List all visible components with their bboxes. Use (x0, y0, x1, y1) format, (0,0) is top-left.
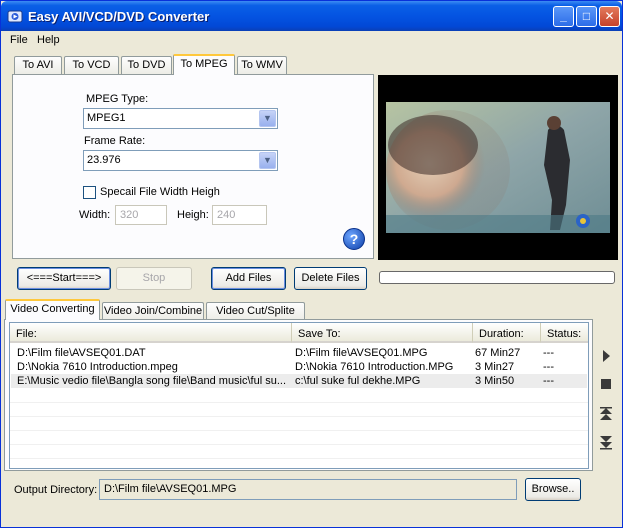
table-cell-save-to[interactable]: D:\Film file\AVSEQ01.MPG (295, 347, 471, 359)
file-list[interactable]: File: Save To: Duration: Status: D:\Film… (9, 322, 589, 469)
title-bar[interactable]: Easy AVI/VCD/DVD Converter _ □ ✕ (1, 1, 622, 31)
column-header-status[interactable]: Status: (541, 323, 588, 343)
table-cell-duration[interactable]: 3 Min50 (475, 375, 539, 387)
tab-to-mpeg[interactable]: To MPEG (173, 54, 235, 75)
video-preview (378, 75, 618, 260)
move-down-icon[interactable] (598, 434, 614, 450)
width-label: Width: (79, 209, 111, 221)
move-up-icon[interactable] (598, 406, 614, 422)
chevron-down-icon[interactable]: ▼ (259, 152, 276, 169)
column-header-file[interactable]: File: (10, 323, 292, 343)
table-cell-save-to[interactable]: c:\ful suke ful dekhe.MPG (295, 375, 471, 387)
stop-button[interactable]: Stop (116, 267, 192, 290)
table-cell-status[interactable]: --- (543, 361, 588, 373)
width-input[interactable]: 320 (115, 205, 167, 225)
tab-to-wmv[interactable]: To WMV (237, 56, 287, 75)
mpeg-type-label: MPEG Type: (86, 93, 149, 105)
minimize-button[interactable]: _ (553, 6, 574, 27)
mpeg-type-value: MPEG1 (87, 112, 126, 124)
app-icon (7, 10, 23, 23)
table-cell-file[interactable]: D:\Film file\AVSEQ01.DAT (17, 347, 289, 359)
window-title: Easy AVI/VCD/DVD Converter (28, 9, 210, 24)
add-files-button[interactable]: Add Files (211, 267, 286, 290)
special-size-label: Specail File Width Heigh (100, 186, 220, 198)
table-cell-duration[interactable]: 67 Min27 (475, 347, 539, 359)
conversion-progress-bar (379, 271, 615, 284)
mpeg-type-select[interactable]: MPEG1 ▼ (83, 108, 278, 129)
chevron-down-icon[interactable]: ▼ (259, 110, 276, 127)
row-divider (10, 402, 588, 403)
menu-file[interactable]: File (10, 34, 28, 46)
row-divider (10, 458, 588, 459)
row-divider (10, 444, 588, 445)
frame-rate-label: Frame Rate: (84, 135, 146, 147)
table-cell-status[interactable]: --- (543, 347, 588, 359)
frame-rate-select[interactable]: 23.976 ▼ (83, 150, 278, 171)
start-button[interactable]: <===Start===> (17, 267, 111, 290)
play-icon[interactable] (598, 348, 614, 364)
table-cell-file[interactable]: D:\Nokia 7610 Introduction.mpeg (17, 361, 289, 373)
delete-files-button[interactable]: Delete Files (294, 267, 367, 290)
maximize-button[interactable]: □ (576, 6, 597, 27)
special-size-checkbox[interactable] (83, 186, 96, 199)
menu-help[interactable]: Help (37, 34, 60, 46)
video-frame-image (378, 75, 618, 260)
table-cell-duration[interactable]: 3 Min27 (475, 361, 539, 373)
output-directory-field[interactable]: D:\Film file\AVSEQ01.MPG (99, 479, 517, 500)
height-label: Heigh: (177, 209, 209, 221)
column-header-duration[interactable]: Duration: (473, 323, 541, 343)
help-icon[interactable]: ? (343, 228, 365, 250)
row-divider (10, 416, 588, 417)
output-directory-label: Output Directory: (14, 484, 98, 496)
table-cell-status[interactable]: --- (543, 375, 588, 387)
row-divider (10, 430, 588, 431)
frame-rate-value: 23.976 (87, 154, 121, 166)
tab-to-vcd[interactable]: To VCD (64, 56, 119, 75)
menu-bar: File Help (2, 31, 621, 51)
height-input[interactable]: 240 (212, 205, 267, 225)
tab-to-dvd[interactable]: To DVD (121, 56, 172, 75)
tab-to-avi[interactable]: To AVI (14, 56, 62, 75)
app-window: Easy AVI/VCD/DVD Converter _ □ ✕ File He… (0, 0, 623, 528)
browse-button[interactable]: Browse.. (525, 478, 581, 501)
table-cell-save-to[interactable]: D:\Nokia 7610 Introduction.MPG (295, 361, 471, 373)
tab-video-converting[interactable]: Video Converting (5, 299, 100, 320)
table-cell-file[interactable]: E:\Music vedio file\Bangla song file\Ban… (17, 375, 289, 387)
close-button[interactable]: ✕ (599, 6, 620, 27)
stop-icon[interactable] (598, 376, 614, 392)
column-header-save-to[interactable]: Save To: (292, 323, 473, 343)
settings-panel: MPEG Type: MPEG1 ▼ Frame Rate: 23.976 ▼ … (12, 74, 374, 259)
